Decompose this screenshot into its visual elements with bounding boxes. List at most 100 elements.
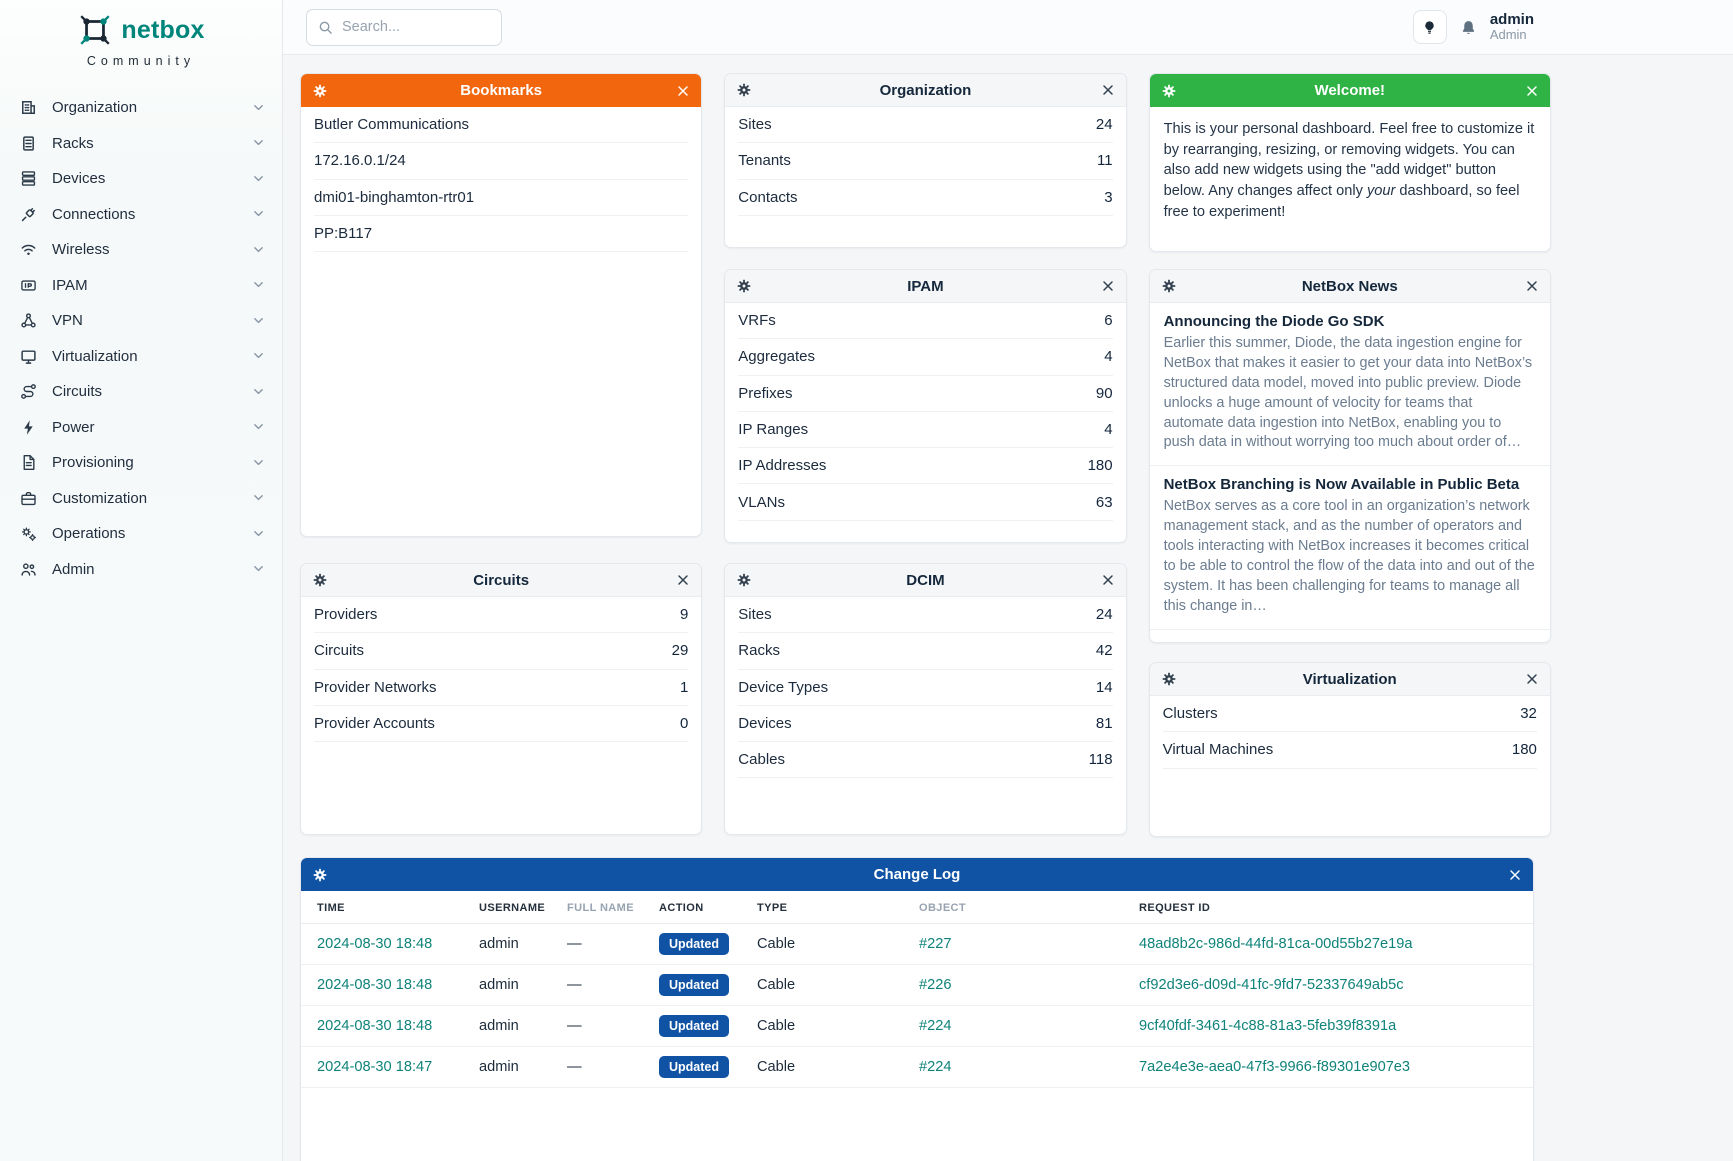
time-link[interactable]: 2024-08-30 18:48 (317, 936, 432, 952)
gear-icon[interactable] (1162, 672, 1176, 686)
action-badge[interactable]: Updated (659, 1015, 729, 1037)
close-icon[interactable] (1509, 869, 1521, 881)
search-input[interactable] (342, 19, 482, 35)
search-box[interactable] (306, 9, 502, 46)
stat-value-link[interactable]: 14 (1096, 679, 1113, 696)
user-menu[interactable]: admin Admin (1490, 11, 1534, 43)
sidebar-item-circuits[interactable]: Circuits (0, 374, 282, 410)
sidebar-item-power[interactable]: Power (0, 410, 282, 446)
close-icon[interactable] (1102, 84, 1114, 96)
stat-label-link[interactable]: IP Addresses (738, 457, 826, 474)
stat-value-link[interactable]: 24 (1096, 606, 1113, 623)
sidebar-item-racks[interactable]: Racks (0, 126, 282, 162)
bookmark-link[interactable]: 172.16.0.1/24 (314, 152, 406, 169)
close-icon[interactable] (1526, 85, 1538, 97)
sidebar-item-operations[interactable]: Operations (0, 516, 282, 552)
gear-icon[interactable] (737, 279, 751, 293)
stat-value-link[interactable]: 1 (680, 679, 688, 696)
stat-label-link[interactable]: Providers (314, 606, 377, 623)
stat-label-link[interactable]: Sites (738, 116, 771, 133)
sidebar-item-vpn[interactable]: VPN (0, 303, 282, 339)
stat-value-link[interactable]: 29 (672, 642, 689, 659)
stat-value-link[interactable]: 180 (1088, 457, 1113, 474)
stat-value-link[interactable]: 6 (1104, 312, 1112, 329)
gear-icon[interactable] (313, 573, 327, 587)
object-link[interactable]: #224 (919, 1018, 951, 1034)
stat-label-link[interactable]: Tenants (738, 152, 791, 169)
request-id-link[interactable]: 9cf40fdf-3461-4c88-81a3-5feb39f8391a (1139, 1018, 1396, 1034)
object-link[interactable]: #227 (919, 936, 951, 952)
object-link[interactable]: #224 (919, 1059, 951, 1075)
stat-label-link[interactable]: Device Types (738, 679, 828, 696)
request-id-link[interactable]: 7a2e4e3e-aea0-47f3-9966-f89301e907e3 (1139, 1059, 1410, 1075)
stat-value-link[interactable]: 3 (1104, 189, 1112, 206)
stat-label-link[interactable]: Devices (738, 715, 791, 732)
stat-label-link[interactable]: Racks (738, 642, 780, 659)
stat-label-link[interactable]: Sites (738, 606, 771, 623)
close-icon[interactable] (1526, 673, 1538, 685)
gear-icon[interactable] (737, 573, 751, 587)
sidebar-item-organization[interactable]: Organization (0, 90, 282, 126)
action-badge[interactable]: Updated (659, 974, 729, 996)
stat-label-link[interactable]: Provider Accounts (314, 715, 435, 732)
request-id-link[interactable]: 48ad8b2c-986d-44fd-81ca-00d55b27e19a (1139, 936, 1412, 952)
stat-value-link[interactable]: 24 (1096, 116, 1113, 133)
stat-value-link[interactable]: 4 (1104, 421, 1112, 438)
news-headline-link[interactable]: Announcing the Diode Go SDK (1164, 313, 1385, 330)
close-icon[interactable] (1526, 280, 1538, 292)
close-icon[interactable] (677, 85, 689, 97)
news-headline-link[interactable]: A New Look For NetBox and NetBox Labs (1164, 640, 1461, 644)
action-badge[interactable]: Updated (659, 1056, 729, 1078)
stat-label-link[interactable]: Aggregates (738, 348, 815, 365)
stat-value-link[interactable]: 9 (680, 606, 688, 623)
close-icon[interactable] (1102, 574, 1114, 586)
stat-value-link[interactable]: 42 (1096, 642, 1113, 659)
close-icon[interactable] (677, 574, 689, 586)
stat-value-link[interactable]: 11 (1097, 152, 1113, 169)
bookmark-link[interactable]: Butler Communications (314, 116, 469, 133)
sidebar-item-virtualization[interactable]: Virtualization (0, 339, 282, 375)
stat-value-link[interactable]: 180 (1512, 741, 1537, 758)
stat-value-link[interactable]: 118 (1089, 751, 1113, 768)
stat-label-link[interactable]: VLANs (738, 494, 785, 511)
stat-label-link[interactable]: Prefixes (738, 385, 792, 402)
stat-value-link[interactable]: 4 (1104, 348, 1112, 365)
object-link[interactable]: #226 (919, 977, 951, 993)
theme-toggle-button[interactable] (1413, 10, 1447, 44)
request-id-link[interactable]: cf92d3e6-d09d-41fc-9fd7-52337649ab5c (1139, 977, 1404, 993)
sidebar-item-devices[interactable]: Devices (0, 161, 282, 197)
stat-label-link[interactable]: Clusters (1163, 705, 1218, 722)
close-icon[interactable] (1102, 280, 1114, 292)
sidebar-item-provisioning[interactable]: Provisioning (0, 445, 282, 481)
time-link[interactable]: 2024-08-30 18:48 (317, 1018, 432, 1034)
stat-label-link[interactable]: Cables (738, 751, 785, 768)
stat-label-link[interactable]: VRFs (738, 312, 776, 329)
netbox-logo[interactable]: netbox Community (0, 0, 282, 68)
stat-label-link[interactable]: Circuits (314, 642, 364, 659)
stat-label-link[interactable]: Contacts (738, 189, 797, 206)
stat-label-link[interactable]: Virtual Machines (1163, 741, 1274, 758)
gear-icon[interactable] (1162, 84, 1176, 98)
sidebar-item-wireless[interactable]: Wireless (0, 232, 282, 268)
time-link[interactable]: 2024-08-30 18:47 (317, 1059, 432, 1075)
stat-value-link[interactable]: 0 (680, 715, 688, 732)
stat-value-link[interactable]: 32 (1520, 705, 1537, 722)
sidebar-item-ipam[interactable]: IPAM (0, 268, 282, 304)
sidebar-item-connections[interactable]: Connections (0, 197, 282, 233)
gear-icon[interactable] (313, 84, 327, 98)
action-badge[interactable]: Updated (659, 933, 729, 955)
stat-value-link[interactable]: 63 (1096, 494, 1113, 511)
stat-value-link[interactable]: 90 (1096, 385, 1113, 402)
time-link[interactable]: 2024-08-30 18:48 (317, 977, 432, 993)
sidebar-item-customization[interactable]: Customization (0, 481, 282, 517)
stat-value-link[interactable]: 81 (1096, 715, 1113, 732)
notifications-button[interactable] (1460, 19, 1477, 36)
news-headline-link[interactable]: NetBox Branching is Now Available in Pub… (1164, 476, 1520, 493)
gear-icon[interactable] (1162, 279, 1176, 293)
bookmark-link[interactable]: PP:B117 (314, 225, 372, 242)
stat-label-link[interactable]: Provider Networks (314, 679, 437, 696)
sidebar-item-admin[interactable]: Admin (0, 552, 282, 588)
gear-icon[interactable] (313, 868, 327, 882)
stat-label-link[interactable]: IP Ranges (738, 421, 808, 438)
gear-icon[interactable] (737, 83, 751, 97)
